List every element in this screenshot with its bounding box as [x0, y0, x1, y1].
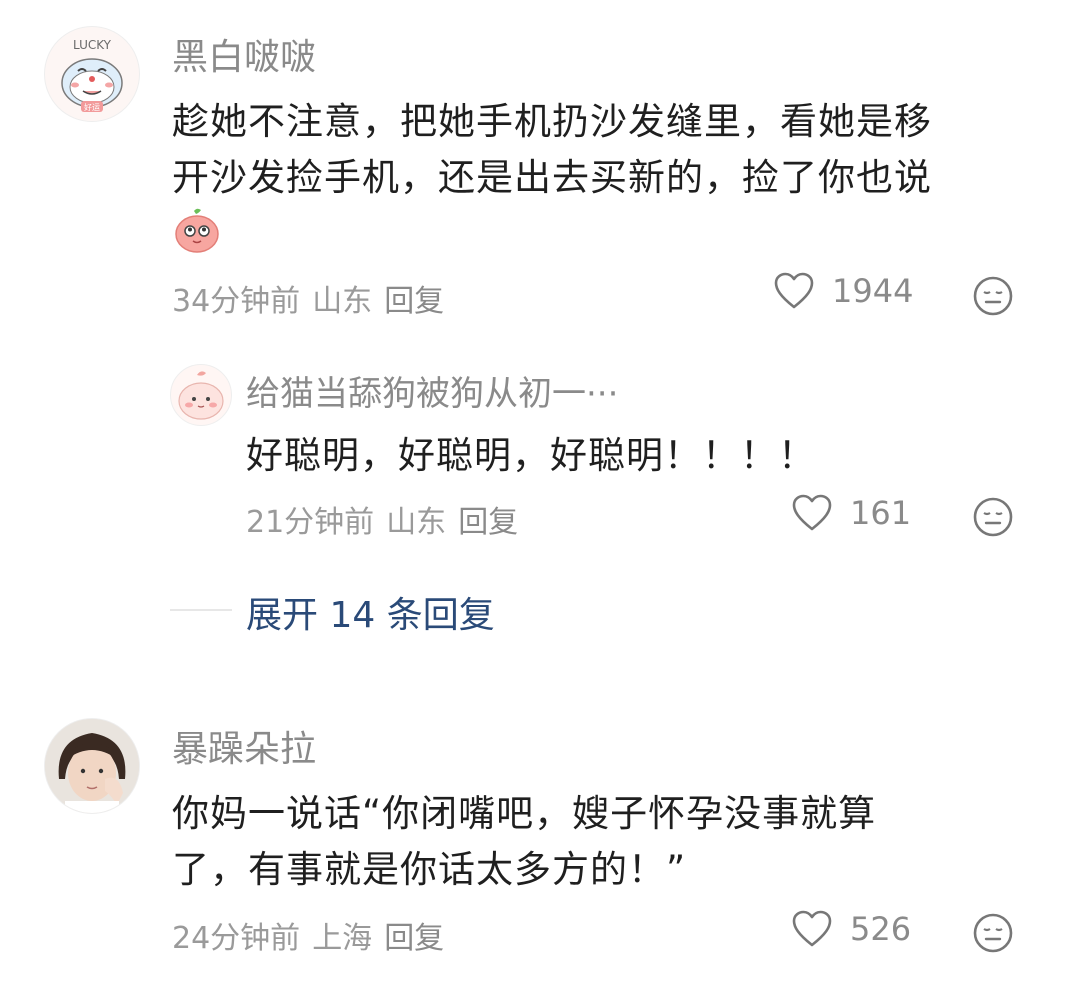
like-count: 1944 [832, 272, 914, 310]
comment-time: 24分钟前 [172, 921, 301, 956]
expand-replies-button[interactable]: 展开 14 条回复 [246, 586, 495, 638]
comment-text-line: 了，有事就是你话太多方的！” [172, 848, 687, 891]
comment-location: 上海 [312, 921, 373, 956]
like-button[interactable]: 1944 [774, 272, 913, 310]
pink-blob-avatar-icon [178, 371, 224, 420]
comment-meta: 24分钟前 上海 回复 [172, 913, 456, 957]
comment-text-line: 你妈一说话“你闭嘴吧，嫂子怀孕没事就算 [172, 792, 877, 835]
heart-outline-icon [774, 272, 814, 309]
reply-button[interactable]: 回复 [458, 505, 518, 540]
reply-location: 山东 [386, 505, 447, 540]
girl-portrait-avatar-icon [45, 719, 139, 813]
doraemon-avatar-icon: LUCKY 好运 [61, 38, 123, 112]
dislike-button[interactable] [972, 496, 1014, 542]
comment-text: 你妈一说话“你闭嘴吧，嫂子怀孕没事就算 了，有事就是你话太多方的！” [172, 786, 1032, 898]
reply-username[interactable]: 给猫当舔狗被狗从初一··· [246, 366, 618, 415]
heart-outline-icon [792, 910, 832, 947]
comment-location: 山东 [312, 284, 373, 319]
neutral-face-icon [973, 276, 1013, 316]
avatar[interactable] [44, 718, 140, 814]
dislike-button[interactable] [972, 275, 1014, 321]
like-count: 161 [850, 494, 912, 532]
reply-text: 好聪明，好聪明，好聪明！！！！ [246, 434, 816, 477]
reply-time: 21分钟前 [246, 505, 375, 540]
comment-text: 趁她不注意，把她手机扔沙发缝里，看她是移 开沙发捡手机，还是出去买新的，捡了你也… [172, 94, 1032, 206]
avatar[interactable]: LUCKY 好运 [44, 26, 140, 122]
like-button[interactable]: 526 [792, 910, 911, 948]
like-button[interactable]: 161 [792, 494, 911, 532]
avatar[interactable] [170, 364, 232, 426]
comment-time: 34分钟前 [172, 284, 301, 319]
comment-username[interactable]: 黑白啵啵 [172, 28, 316, 80]
avatar-badge-text: 好运 [84, 102, 100, 112]
comment-text-line: 开沙发捡手机，还是出去买新的，捡了你也说 [172, 156, 932, 199]
comment-text-line: 趁她不注意，把她手机扔沙发缝里，看她是移 [172, 100, 932, 143]
comment-meta: 34分钟前 山东 回复 [172, 276, 456, 320]
reply-button[interactable]: 回复 [384, 921, 444, 956]
divider [170, 609, 232, 611]
avatar-lucky-text: LUCKY [73, 38, 112, 52]
heart-outline-icon [792, 494, 832, 531]
reply-meta: 21分钟前 山东 回复 [246, 497, 530, 541]
reply-button[interactable]: 回复 [384, 284, 444, 319]
smiling-peach-emoji-icon [172, 206, 222, 256]
like-count: 526 [850, 910, 912, 948]
dislike-button[interactable] [972, 912, 1014, 958]
neutral-face-icon [973, 913, 1013, 953]
neutral-face-icon [973, 497, 1013, 537]
comment-username[interactable]: 暴躁朵拉 [172, 720, 316, 772]
